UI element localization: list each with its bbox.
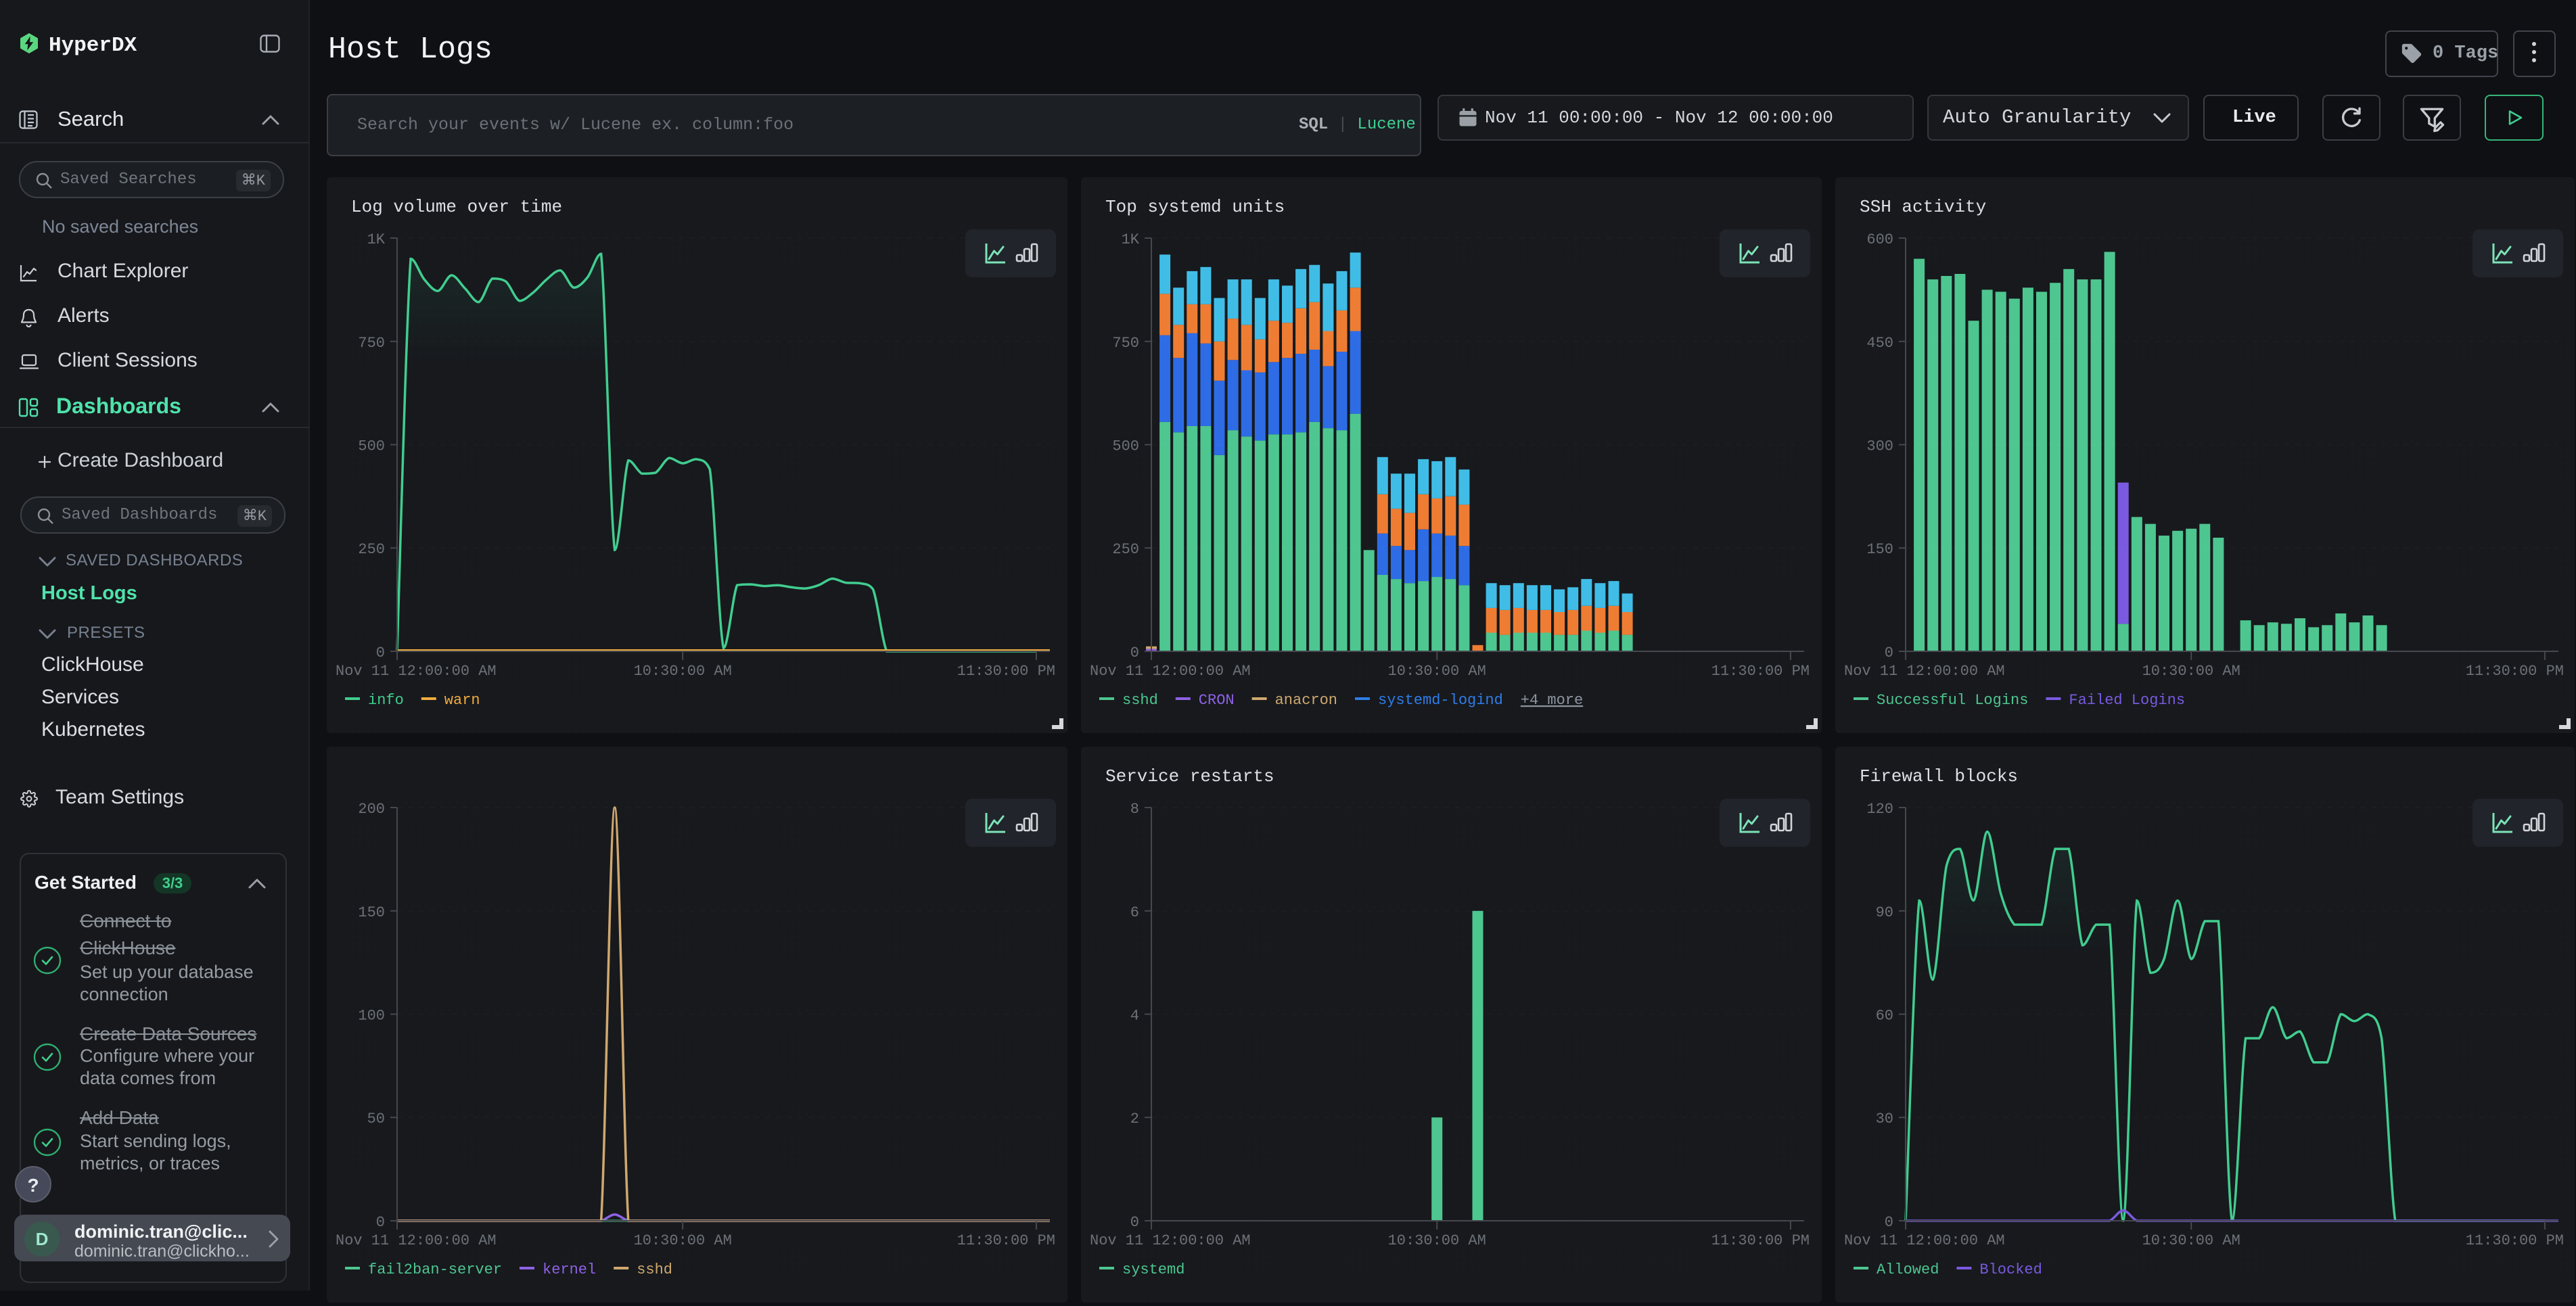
svg-text:120: 120	[1866, 801, 1893, 818]
svg-text:150: 150	[1866, 541, 1893, 558]
svg-text:750: 750	[1112, 335, 1139, 352]
svg-text:CRON: CRON	[1199, 692, 1235, 709]
svg-text:Log volume over time: Log volume over time	[351, 197, 562, 217]
svg-text:1K: 1K	[1122, 231, 1140, 248]
svg-text:4: 4	[1130, 1008, 1139, 1025]
svg-text:8: 8	[1130, 801, 1139, 818]
svg-text:50: 50	[367, 1111, 385, 1127]
svg-text:150: 150	[358, 904, 385, 921]
svg-text:300: 300	[1866, 438, 1893, 455]
svg-text:11:30:00 PM: 11:30:00 PM	[2466, 1232, 2564, 1249]
svg-text:SSH activity: SSH activity	[1860, 197, 1986, 217]
svg-text:Blocked: Blocked	[1979, 1261, 2042, 1278]
svg-text:Allowed: Allowed	[1877, 1261, 1939, 1278]
svg-text:anacron: anacron	[1275, 692, 1337, 709]
svg-text:750: 750	[358, 335, 385, 352]
svg-text:100: 100	[358, 1008, 385, 1025]
svg-text:info: info	[368, 692, 404, 709]
svg-text:11:30:00 PM: 11:30:00 PM	[957, 1232, 1055, 1249]
svg-text:250: 250	[358, 541, 385, 558]
svg-text:90: 90	[1876, 904, 1893, 921]
svg-text:11:30:00 PM: 11:30:00 PM	[1711, 1232, 1810, 1249]
svg-text:0: 0	[1885, 645, 1893, 661]
svg-text:0: 0	[1885, 1214, 1893, 1231]
svg-text:0: 0	[376, 645, 385, 661]
svg-text:Nov 11 12:00:00 AM: Nov 11 12:00:00 AM	[1844, 663, 2005, 680]
svg-text:systemd-logind: systemd-logind	[1378, 692, 1503, 709]
svg-text:11:30:00 PM: 11:30:00 PM	[2466, 663, 2564, 680]
svg-text:0: 0	[1130, 1214, 1139, 1231]
svg-text:10:30:00 AM: 10:30:00 AM	[1388, 663, 1486, 680]
svg-text:sshd: sshd	[637, 1261, 672, 1278]
svg-text:450: 450	[1866, 335, 1893, 352]
svg-text:warn: warn	[444, 692, 480, 709]
svg-text:1K: 1K	[367, 231, 386, 248]
svg-text:10:30:00 AM: 10:30:00 AM	[634, 663, 732, 680]
svg-text:Nov 11 12:00:00 AM: Nov 11 12:00:00 AM	[1844, 1232, 2005, 1249]
svg-text:kernel: kernel	[543, 1261, 596, 1278]
svg-text:600: 600	[1866, 231, 1893, 248]
svg-text:500: 500	[358, 438, 385, 455]
svg-text:10:30:00 AM: 10:30:00 AM	[2142, 663, 2240, 680]
svg-text:Service restarts: Service restarts	[1105, 766, 1274, 787]
svg-text:11:30:00 PM: 11:30:00 PM	[1711, 663, 1810, 680]
svg-text:Firewall blocks: Firewall blocks	[1860, 766, 2018, 787]
svg-text:2: 2	[1130, 1111, 1139, 1127]
svg-text:30: 30	[1876, 1111, 1893, 1127]
svg-text:fail2ban-server: fail2ban-server	[368, 1261, 502, 1278]
svg-text:Top systemd units: Top systemd units	[1105, 197, 1285, 217]
svg-text:0: 0	[376, 1214, 385, 1231]
svg-text:sshd: sshd	[1122, 692, 1158, 709]
svg-text:Nov 11 12:00:00 AM: Nov 11 12:00:00 AM	[336, 663, 497, 680]
svg-text:Nov 11 12:00:00 AM: Nov 11 12:00:00 AM	[1090, 1232, 1251, 1249]
svg-text:10:30:00 AM: 10:30:00 AM	[1388, 1232, 1486, 1249]
svg-text:500: 500	[1112, 438, 1139, 455]
svg-text:Failed Logins: Failed Logins	[2069, 692, 2185, 709]
svg-text:250: 250	[1112, 541, 1139, 558]
svg-text:6: 6	[1130, 904, 1139, 921]
svg-text:10:30:00 AM: 10:30:00 AM	[2142, 1232, 2240, 1249]
svg-text:200: 200	[358, 801, 385, 818]
svg-text:10:30:00 AM: 10:30:00 AM	[634, 1232, 732, 1249]
svg-text:Nov 11 12:00:00 AM: Nov 11 12:00:00 AM	[1090, 663, 1251, 680]
svg-text:60: 60	[1876, 1008, 1893, 1025]
svg-text:systemd: systemd	[1122, 1261, 1184, 1278]
svg-text:0: 0	[1130, 645, 1139, 661]
svg-text:Nov 11 12:00:00 AM: Nov 11 12:00:00 AM	[336, 1232, 497, 1249]
svg-text:11:30:00 PM: 11:30:00 PM	[957, 663, 1055, 680]
svg-text:+4 more: +4 more	[1521, 692, 1583, 709]
svg-text:Successful Logins: Successful Logins	[1877, 692, 2028, 709]
